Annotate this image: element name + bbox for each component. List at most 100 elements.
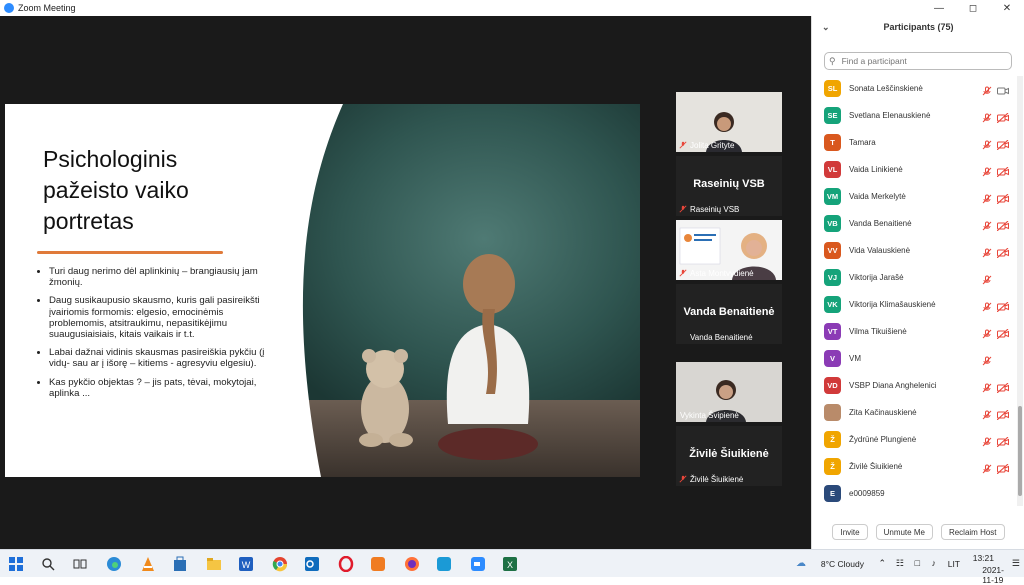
camera-off-icon[interactable] [996, 407, 1009, 421]
windows-start-icon[interactable] [8, 556, 24, 572]
mic-muted-icon[interactable] [982, 245, 992, 258]
participant-row[interactable]: VM Vaida Merkelytė [812, 184, 1017, 208]
mic-muted-icon[interactable] [982, 83, 992, 96]
mic-muted-icon[interactable] [982, 110, 992, 123]
wifi-icon[interactable]: ☷ [896, 558, 904, 569]
participant-row[interactable]: VK Viktorija Klimašauskienė [812, 292, 1017, 316]
camera-off-icon[interactable] [996, 164, 1009, 178]
mic-muted-icon [679, 141, 687, 149]
firefox-icon[interactable] [404, 556, 420, 572]
camera-off-icon[interactable] [996, 218, 1009, 232]
camera-off-icon[interactable] [996, 461, 1009, 475]
participant-row[interactable]: VT Vilma Tikuišienė [812, 319, 1017, 343]
weather-icon[interactable]: ☁ [796, 558, 806, 569]
participant-avatar: E [824, 484, 841, 502]
file-explorer-icon[interactable] [206, 556, 222, 572]
mic-muted-icon[interactable] [982, 137, 992, 150]
mic-muted-icon[interactable] [982, 164, 992, 177]
scrollbar-thumb[interactable] [1018, 406, 1022, 496]
tray-overflow-icon[interactable]: ⌃ [878, 558, 886, 569]
participant-search[interactable]: ⚲ [824, 52, 1012, 70]
network-icon[interactable]: □ [915, 558, 920, 568]
meeting-stage: Psichologinis pažeisto vaiko portretas T… [0, 16, 811, 549]
word-icon[interactable]: W [238, 556, 254, 572]
unmute-me-button[interactable]: Unmute Me [875, 524, 933, 540]
invite-button[interactable]: Invite [832, 524, 868, 540]
opera-icon[interactable] [338, 556, 354, 572]
participant-row[interactable]: Zita Kačinauskienė [812, 400, 1017, 424]
participant-row[interactable]: T Tamara [812, 130, 1017, 154]
participants-scrollbar[interactable] [1017, 76, 1023, 506]
slide-bullet: Kas pykčio objektas ? – jis pats, tėvai,… [49, 377, 275, 399]
camera-off-icon[interactable] [996, 191, 1009, 205]
participant-row[interactable]: SE Svetlana Elenauskienė [812, 103, 1017, 127]
minimize-button[interactable]: — [922, 0, 956, 16]
mic-muted-icon[interactable] [982, 461, 992, 474]
app-icon[interactable] [436, 556, 452, 572]
participant-row[interactable]: VJ Viktorija Jarašė [812, 265, 1017, 289]
reclaim-host-button[interactable]: Reclaim Host [940, 524, 1005, 540]
participant-avatar: SE [824, 106, 841, 124]
clock-date[interactable]: 2021-11-19 [982, 565, 1004, 585]
camera-off-icon[interactable] [996, 299, 1009, 313]
mic-muted-icon[interactable] [982, 191, 992, 204]
video-tile[interactable]: Jolita Grityte [676, 92, 782, 152]
weather-text[interactable]: 8°C Cloudy [821, 559, 864, 569]
participant-row[interactable]: SL Sonata Leščinskienė [812, 76, 1017, 100]
video-tile[interactable]: Živilė Šiuikienė Živilė Šiuikienė [676, 426, 782, 486]
zoom-icon[interactable] [470, 556, 486, 572]
task-view-icon[interactable] [72, 556, 88, 572]
mic-muted-icon[interactable] [982, 353, 992, 366]
edge-browser-icon[interactable] [106, 556, 122, 572]
language-indicator[interactable]: LIT [948, 559, 960, 569]
mic-muted-icon[interactable] [982, 407, 992, 420]
app-icon[interactable] [370, 556, 386, 572]
participant-row[interactable]: V VM [812, 346, 1017, 370]
participant-row[interactable]: VL Vaida Linikienė [812, 157, 1017, 181]
participant-name: Vanda Benaitienė [849, 218, 912, 228]
clock-time[interactable]: 13:21 [973, 553, 994, 563]
camera-off-icon[interactable] [996, 245, 1009, 259]
notifications-icon[interactable]: ☰ [1012, 558, 1020, 569]
participant-row[interactable]: VV Vida Valauskienė [812, 238, 1017, 262]
participant-name: Viktorija Klimašauskienė [849, 299, 936, 309]
chrome-icon[interactable] [272, 556, 288, 572]
video-tile[interactable]: Raseinių VSB Raseinių VSB [676, 156, 782, 216]
mic-muted-icon[interactable] [982, 380, 992, 393]
video-tile[interactable]: Vanda Benaitienė Vanda Benaitienė [676, 284, 782, 344]
maximize-button[interactable]: ◻ [956, 0, 990, 16]
mic-muted-icon [679, 269, 687, 277]
mic-muted-icon[interactable] [982, 326, 992, 339]
camera-on-icon[interactable] [997, 83, 1009, 95]
mic-muted-icon[interactable] [982, 272, 992, 285]
outlook-icon[interactable] [304, 556, 320, 572]
participant-row[interactable]: Ž Žydrūnė Plungienė [812, 427, 1017, 451]
chevron-down-icon[interactable]: ⌄ [822, 22, 830, 33]
vlc-icon[interactable] [140, 556, 156, 572]
mic-muted-icon[interactable] [982, 299, 992, 312]
participant-avatar: VT [824, 322, 841, 340]
participant-row[interactable]: Ee0009859 [812, 481, 1017, 505]
excel-icon[interactable]: X [502, 556, 518, 572]
participant-avatar: VL [824, 160, 841, 178]
volume-icon[interactable]: ♪ [932, 558, 937, 568]
participant-row[interactable]: VD VSBP Diana Anghelenici [812, 373, 1017, 397]
svg-text:W: W [242, 560, 251, 570]
mic-muted-icon[interactable] [982, 434, 992, 447]
camera-off-icon[interactable] [996, 326, 1009, 340]
video-tile[interactable]: Asta Montvydienė [676, 220, 782, 280]
participant-row[interactable]: VB Vanda Benaitienė [812, 211, 1017, 235]
participant-row[interactable]: Ž Živilė Šiuikienė [812, 454, 1017, 478]
search-icon[interactable] [40, 556, 56, 572]
mic-muted-icon [679, 205, 687, 213]
video-tile-active-speaker[interactable]: Vykinta Švipienė [676, 362, 782, 422]
participant-search-input[interactable] [839, 55, 1004, 67]
camera-off-icon[interactable] [996, 434, 1009, 448]
close-button[interactable]: ✕ [990, 0, 1024, 16]
camera-off-icon[interactable] [996, 137, 1009, 151]
store-icon[interactable] [172, 556, 188, 572]
camera-off-icon[interactable] [996, 380, 1009, 394]
slide-title-underline [37, 251, 223, 254]
camera-off-icon[interactable] [996, 110, 1009, 124]
mic-muted-icon[interactable] [982, 218, 992, 231]
